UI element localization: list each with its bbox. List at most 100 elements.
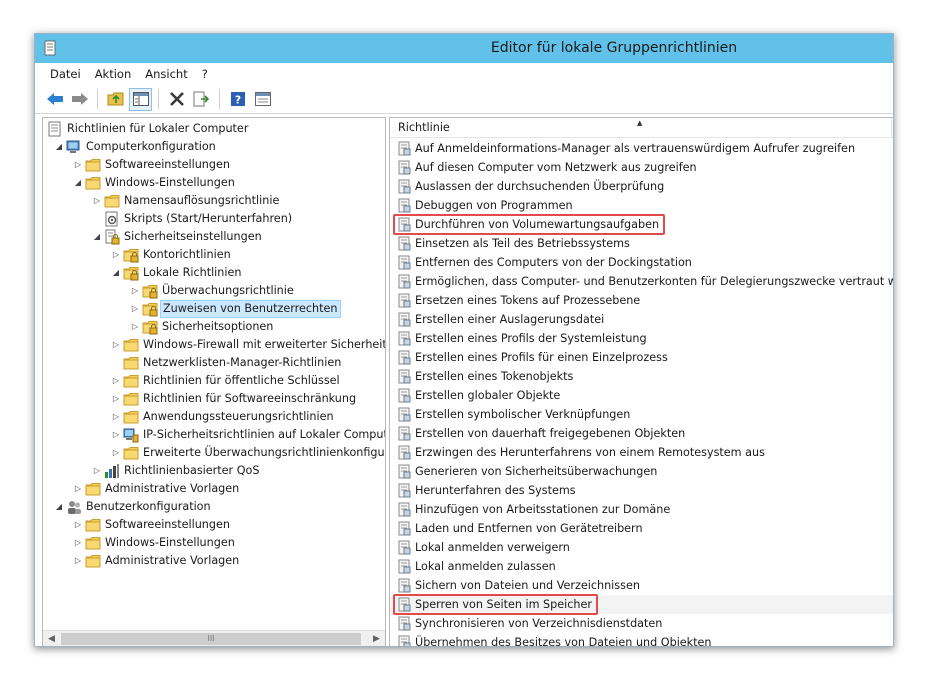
tree-item[interactable]: ▷ Zuweisen von Benutzerrechten	[43, 300, 385, 318]
expand-arrow-icon[interactable]: ▷	[73, 552, 83, 570]
title-bar[interactable]: Editor für lokale Gruppenrichtlinien	[35, 34, 893, 63]
tree-item[interactable]: ▷ Richtlinien für öffentliche Schlüssel	[43, 372, 385, 390]
expand-arrow-icon[interactable]: ▷	[130, 318, 140, 336]
expand-arrow-icon[interactable]: ▷	[111, 408, 121, 426]
expand-arrow-icon[interactable]: ▷	[92, 462, 102, 480]
expand-arrow-icon[interactable]: ▷	[73, 480, 83, 498]
up-folder-button[interactable]	[104, 88, 127, 111]
tree-item[interactable]: ▷ Überwachungsrichtlinie	[43, 282, 385, 300]
delete-button[interactable]	[165, 88, 188, 111]
tree-item[interactable]: ◢ Benutzerkonfiguration	[43, 498, 385, 516]
menu-aktion[interactable]: Aktion	[88, 63, 139, 85]
tree-item[interactable]: ◢ Windows-Einstellungen	[43, 174, 385, 192]
policy-row[interactable]: Erstellen einer Auslagerungsdatei	[390, 310, 893, 329]
policy-row[interactable]: Erstellen globaler Objekte	[390, 386, 893, 405]
policy-row[interactable]: Hinzufügen von Arbeitsstationen zur Domä…	[390, 500, 893, 519]
policy-row-label: Erstellen symbolischer Verknüpfungen	[415, 408, 631, 421]
policy-row[interactable]: Laden und Entfernen von Gerätetreibern	[390, 519, 893, 538]
expand-arrow-icon[interactable]: ▷	[111, 444, 121, 462]
policy-list[interactable]: Richtlinie ▲ Auf Anmeldeinformations-Man…	[389, 117, 893, 646]
tree-item[interactable]: ▷ Sicherheitsoptionen	[43, 318, 385, 336]
policy-row[interactable]: Herunterfahren des Systems	[390, 481, 893, 500]
forward-button[interactable]	[68, 88, 91, 111]
menu-datei[interactable]: Datei	[43, 63, 88, 85]
export-list-button[interactable]	[190, 88, 213, 111]
tree-item[interactable]: ◢ Sicherheitseinstellungen	[43, 228, 385, 246]
tree-item[interactable]: ▷ Windows-Einstellungen	[43, 534, 385, 552]
policy-row[interactable]: Auslassen der durchsuchenden Überprüfung	[390, 177, 893, 196]
menu-help[interactable]: ?	[195, 63, 215, 85]
policy-row[interactable]: Auf Anmeldeinformations-Manager als vert…	[390, 139, 893, 158]
tree-item[interactable]: ▷ Softwareeinstellungen	[43, 516, 385, 534]
collapse-arrow-icon[interactable]: ◢	[92, 228, 102, 246]
collapse-arrow-icon[interactable]: ◢	[54, 498, 64, 516]
console-tree[interactable]: Richtlinien für Lokaler Computer ◢ Compute…	[42, 117, 386, 646]
policy-row[interactable]: Erstellen eines Profils der Systemleistu…	[390, 329, 893, 348]
policy-row[interactable]: Auf diesen Computer vom Netzwerk aus zug…	[390, 158, 893, 177]
menu-ansicht[interactable]: Ansicht	[138, 63, 194, 85]
policy-row[interactable]: Erstellen eines Tokenobjekts	[390, 367, 893, 386]
tree-item[interactable]: Richtlinien für Lokaler Computer	[43, 120, 385, 138]
policy-row[interactable]: Einsetzen als Teil des Betriebssystems	[390, 234, 893, 253]
expand-arrow-icon[interactable]: ▷	[73, 516, 83, 534]
policy-row[interactable]: Sichern von Dateien und Verzeichnissen	[390, 576, 893, 595]
policy-row[interactable]: Debuggen von Programmen	[390, 196, 893, 215]
tree-item[interactable]: ▷ Administrative Vorlagen	[43, 552, 385, 570]
column-header-richtlinie[interactable]: Richtlinie	[398, 121, 450, 134]
policy-setting-icon	[398, 179, 411, 194]
column-divider[interactable]	[891, 118, 892, 138]
tree-item[interactable]: ◢ Computerkonfiguration	[43, 138, 385, 156]
policy-row[interactable]: Synchronisieren von Verzeichnisdienstdat…	[390, 614, 893, 633]
tree-item[interactable]: Skripts (Start/Herunterfahren)	[43, 210, 385, 228]
policy-setting-icon	[398, 635, 411, 646]
tree-item[interactable]: ▷ Kontorichtlinien	[43, 246, 385, 264]
collapse-arrow-icon[interactable]: ◢	[73, 174, 83, 192]
expand-arrow-icon[interactable]: ▷	[130, 300, 140, 318]
scrollbar-thumb[interactable]: III	[61, 633, 361, 645]
expand-arrow-icon[interactable]: ▷	[111, 336, 121, 354]
tree-item[interactable]: ▷ Softwareeinstellungen	[43, 156, 385, 174]
tree-item[interactable]: ▷ Richtlinien für Softwareeinschränkung	[43, 390, 385, 408]
help-button[interactable]: ?	[226, 88, 249, 111]
tree-horizontal-scrollbar[interactable]: ◀ III ▶	[43, 630, 385, 646]
tree-item[interactable]: ▷ Richtlinienbasierter QoS	[43, 462, 385, 480]
tree-item[interactable]: ◢ Lokale Richtlinien	[43, 264, 385, 282]
policy-row[interactable]: Ersetzen eines Tokens auf Prozessebene	[390, 291, 893, 310]
expand-arrow-icon[interactable]: ▷	[111, 390, 121, 408]
back-button[interactable]	[43, 88, 66, 111]
policy-row[interactable]: Erstellen eines Profils für einen Einzel…	[390, 348, 893, 367]
tree-item[interactable]: ▷ Namensauflösungsrichtlinie	[43, 192, 385, 210]
tree-item[interactable]: Netzwerklisten-Manager-Richtlinien	[43, 354, 385, 372]
expand-arrow-icon[interactable]: ▷	[111, 426, 121, 444]
tree-item[interactable]: ▷ Windows-Firewall mit erweiterter Sicher…	[43, 336, 385, 354]
policy-row[interactable]: Lokal anmelden zulassen	[390, 557, 893, 576]
tree-item[interactable]: ▷ Administrative Vorlagen	[43, 480, 385, 498]
collapse-arrow-icon[interactable]: ◢	[111, 264, 121, 282]
policy-row[interactable]: Ermöglichen, dass Computer- und Benutzer…	[390, 272, 893, 291]
policy-row[interactable]: Lokal anmelden verweigern	[390, 538, 893, 557]
tree-item[interactable]: ▷ Anwendungssteuerungsrichtlinien	[43, 408, 385, 426]
policy-row[interactable]: Erstellen symbolischer Verknüpfungen	[390, 405, 893, 424]
scroll-right-icon[interactable]: ▶	[368, 631, 385, 646]
policy-row[interactable]: Generieren von Sicherheitsüberwachungen	[390, 462, 893, 481]
expand-arrow-icon[interactable]: ▷	[92, 192, 102, 210]
expand-arrow-icon[interactable]: ▷	[111, 372, 121, 390]
properties-view-button[interactable]	[251, 88, 274, 111]
expand-arrow-icon[interactable]: ▷	[130, 282, 140, 300]
tree-item-label: Windows-Einstellungen	[105, 176, 235, 189]
show-hide-tree-button[interactable]	[129, 87, 152, 111]
expand-arrow-icon[interactable]: ▷	[111, 246, 121, 264]
policy-row[interactable]: Durchführen von Volumewartungsaufgaben	[390, 215, 893, 234]
scroll-left-icon[interactable]: ◀	[43, 631, 60, 646]
tree-item[interactable]: ▷ Erweiterte Überwachungsrichtlinienkonfi…	[43, 444, 385, 462]
policy-row[interactable]: Sperren von Seiten im Speicher	[390, 595, 893, 614]
expand-arrow-icon[interactable]: ▷	[73, 156, 83, 174]
policy-row[interactable]: Übernehmen des Besitzes von Dateien und …	[390, 633, 893, 646]
collapse-arrow-icon[interactable]: ◢	[54, 138, 64, 156]
policy-row[interactable]: Erstellen von dauerhaft freigegebenen Ob…	[390, 424, 893, 443]
expand-arrow-icon[interactable]: ▷	[73, 534, 83, 552]
policy-row[interactable]: Entfernen des Computers von der Dockings…	[390, 253, 893, 272]
folder-icon	[123, 447, 139, 460]
policy-row[interactable]: Erzwingen des Herunterfahrens von einem …	[390, 443, 893, 462]
tree-item[interactable]: ▷ IP-Sicherheitsrichtlinien auf Lokaler C…	[43, 426, 385, 444]
